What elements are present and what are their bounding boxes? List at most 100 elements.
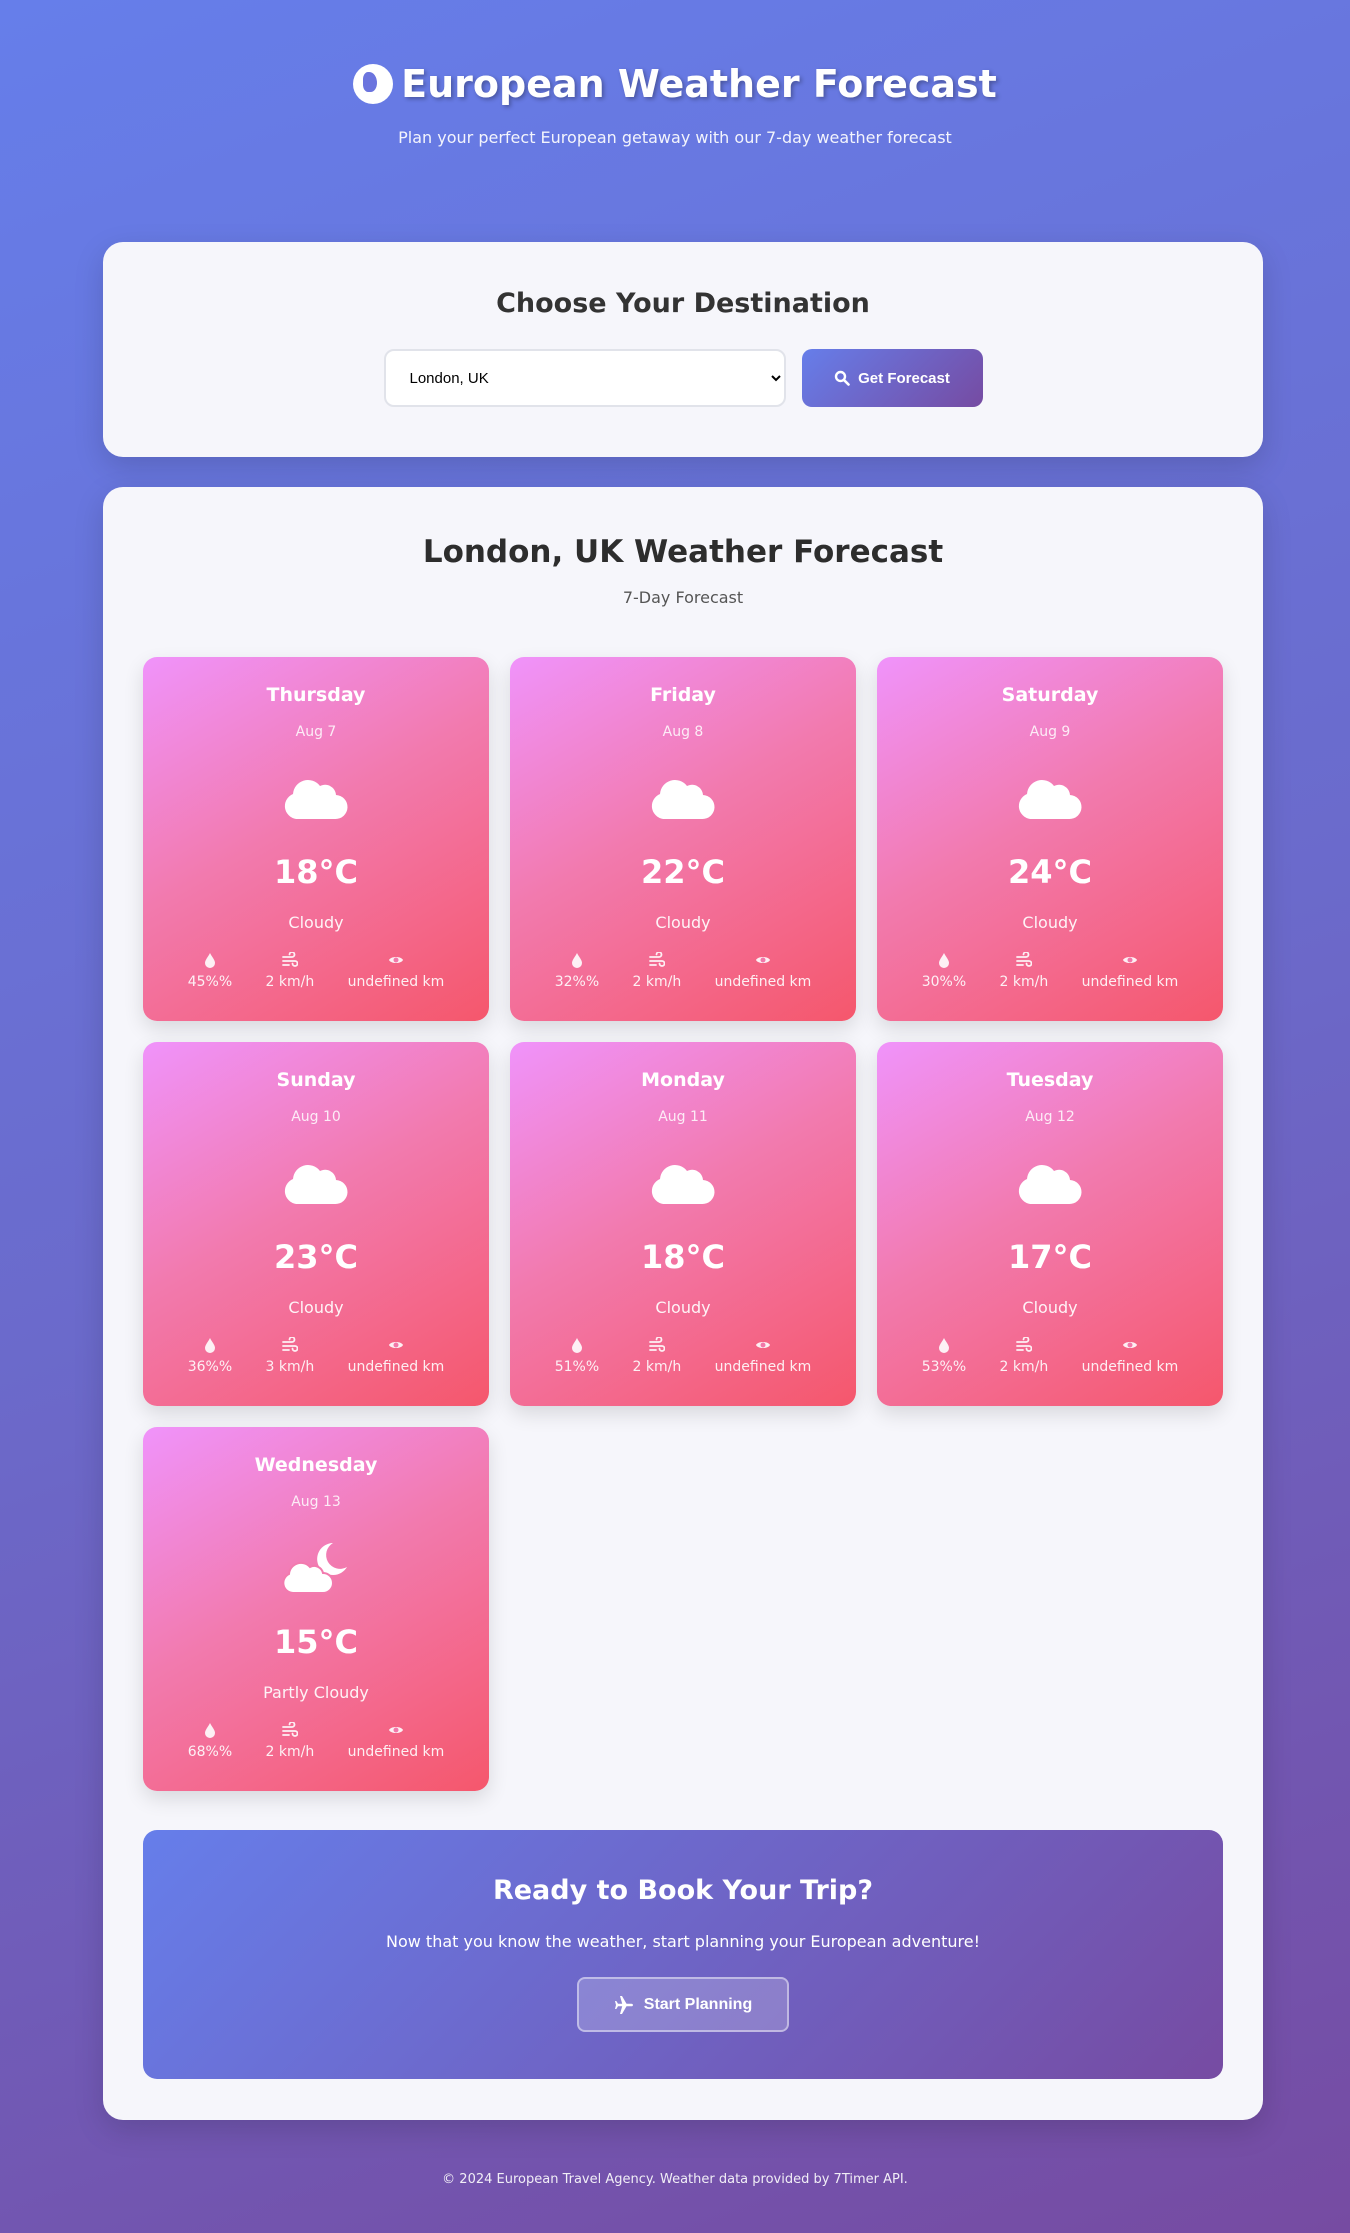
wind-value: 2 km/h xyxy=(265,1744,315,1760)
temperature: 15°C xyxy=(273,1623,358,1661)
search-icon xyxy=(834,370,850,386)
wind-icon xyxy=(648,1337,665,1352)
visibility-value: undefined km xyxy=(1081,1359,1179,1375)
condition: Cloudy xyxy=(655,913,711,932)
humidity-value: 68%% xyxy=(187,1744,233,1760)
humidity: 45%% xyxy=(188,952,232,990)
droplet-icon xyxy=(938,953,949,968)
page-title-text: European Weather Forecast xyxy=(401,62,997,106)
forecast-subtitle: 7-Day Forecast xyxy=(622,588,744,607)
eye-icon xyxy=(1122,1342,1137,1348)
destination-form: London, UK Get Forecast xyxy=(103,349,1263,407)
condition: Partly Cloudy xyxy=(263,1683,369,1702)
wind: 2 km/h xyxy=(1000,952,1048,990)
visibility: undefined km xyxy=(1081,1337,1179,1375)
visibility: undefined km xyxy=(348,1337,444,1375)
visibility: undefined km xyxy=(347,952,445,990)
visibility-value: undefined km xyxy=(1081,974,1179,990)
start-planning-button[interactable]: Start Planning xyxy=(577,1977,789,2032)
wind-value: 2 km/h xyxy=(632,974,682,990)
humidity-value: 51%% xyxy=(554,1359,600,1375)
droplet-icon xyxy=(938,1338,949,1353)
page-subtitle: Plan your perfect European getaway with … xyxy=(398,128,952,147)
header: European Weather Forecast Plan your perf… xyxy=(0,62,1350,147)
day-name: Thursday xyxy=(266,684,366,706)
wind-icon xyxy=(281,1722,298,1737)
temperature: 18°C xyxy=(640,1238,725,1276)
day-name: Monday xyxy=(641,1069,725,1091)
temperature: 23°C xyxy=(273,1238,358,1276)
eye-icon xyxy=(388,1342,403,1348)
visibility-value: undefined km xyxy=(714,974,812,990)
droplet-icon xyxy=(204,1338,215,1353)
humidity: 51%% xyxy=(555,1337,599,1375)
wind: 2 km/h xyxy=(265,1722,315,1760)
wind-icon xyxy=(281,952,298,967)
forecast-card: Tuesday Aug 12 17°C Cloudy 53%% 2 km/h u… xyxy=(877,1042,1223,1406)
eye-icon xyxy=(388,957,403,963)
humidity: 30%% xyxy=(922,952,966,990)
forecast-panel: London, UK Weather Forecast 7-Day Foreca… xyxy=(103,487,1263,2120)
forecast-title: London, UK Weather Forecast xyxy=(422,534,944,570)
condition: Cloudy xyxy=(288,1298,344,1317)
day-date: Aug 12 xyxy=(1025,1109,1075,1125)
humidity: 53%% xyxy=(922,1337,966,1375)
condition: Cloudy xyxy=(288,913,344,932)
day-name: Tuesday xyxy=(1006,1069,1094,1091)
booking-cta: Ready to Book Your Trip? Now that you kn… xyxy=(143,1830,1223,2079)
wind-value: 2 km/h xyxy=(999,1359,1049,1375)
visibility: undefined km xyxy=(1081,952,1179,990)
cloud-icon xyxy=(651,1164,715,1205)
visibility: undefined km xyxy=(348,1722,444,1760)
plane-icon xyxy=(614,1995,633,2014)
globe-europe-icon xyxy=(353,64,394,104)
get-forecast-button[interactable]: Get Forecast xyxy=(801,349,983,407)
wind-icon xyxy=(281,1337,298,1352)
day-date: Aug 8 xyxy=(662,724,704,740)
condition: Cloudy xyxy=(655,1298,711,1317)
wind-value: 2 km/h xyxy=(265,974,315,990)
start-planning-label: Start Planning xyxy=(643,1995,753,2013)
cloud-icon xyxy=(284,779,348,820)
temperature: 24°C xyxy=(1007,853,1092,891)
cloud-icon xyxy=(1018,1164,1082,1205)
forecast-card: Friday Aug 8 22°C Cloudy 32%% 2 km/h und… xyxy=(510,657,856,1021)
eye-icon xyxy=(755,1342,770,1348)
forecast-card: Wednesday Aug 13 15°C Partly Cloudy 68%%… xyxy=(143,1427,489,1791)
wind-icon xyxy=(648,952,665,967)
humidity-value: 30%% xyxy=(921,974,967,990)
droplet-icon xyxy=(571,1338,582,1353)
humidity-value: 45%% xyxy=(187,974,233,990)
visibility-value: undefined km xyxy=(347,974,445,990)
cloud-icon xyxy=(1018,779,1082,820)
cloud-icon xyxy=(651,779,715,820)
day-date: Aug 11 xyxy=(658,1109,708,1125)
eye-icon xyxy=(755,957,770,963)
humidity: 32%% xyxy=(555,952,599,990)
day-name: Sunday xyxy=(276,1069,356,1091)
forecast-card: Thursday Aug 7 18°C Cloudy 45%% 2 km/h u… xyxy=(143,657,489,1021)
visibility-value: undefined km xyxy=(714,1359,812,1375)
destination-select[interactable]: London, UK xyxy=(383,349,786,407)
day-date: Aug 10 xyxy=(291,1109,341,1125)
eye-icon xyxy=(1122,957,1137,963)
destination-heading: Choose Your Destination xyxy=(496,288,870,319)
condition: Cloudy xyxy=(1022,1298,1078,1317)
day-date: Aug 7 xyxy=(295,724,337,740)
day-name: Friday xyxy=(650,684,716,706)
wind: 2 km/h xyxy=(265,952,315,990)
temperature: 22°C xyxy=(640,853,725,891)
page-title: European Weather Forecast xyxy=(0,62,1350,106)
droplet-icon xyxy=(204,953,215,968)
wind: 2 km/h xyxy=(632,952,682,990)
wind-icon xyxy=(1015,1337,1032,1352)
day-date: Aug 13 xyxy=(291,1494,341,1510)
get-forecast-label: Get Forecast xyxy=(858,369,950,387)
wind-icon xyxy=(1015,952,1032,967)
cta-title: Ready to Book Your Trip? xyxy=(492,1875,874,1906)
footer-text: © 2024 European Travel Agency. Weather d… xyxy=(442,2172,908,2187)
humidity: 68%% xyxy=(188,1722,232,1760)
forecast-card: Saturday Aug 9 24°C Cloudy 30%% 2 km/h u… xyxy=(877,657,1223,1021)
weather-details: 30%% 2 km/h undefined km xyxy=(877,952,1223,990)
visibility: undefined km xyxy=(714,1337,812,1375)
